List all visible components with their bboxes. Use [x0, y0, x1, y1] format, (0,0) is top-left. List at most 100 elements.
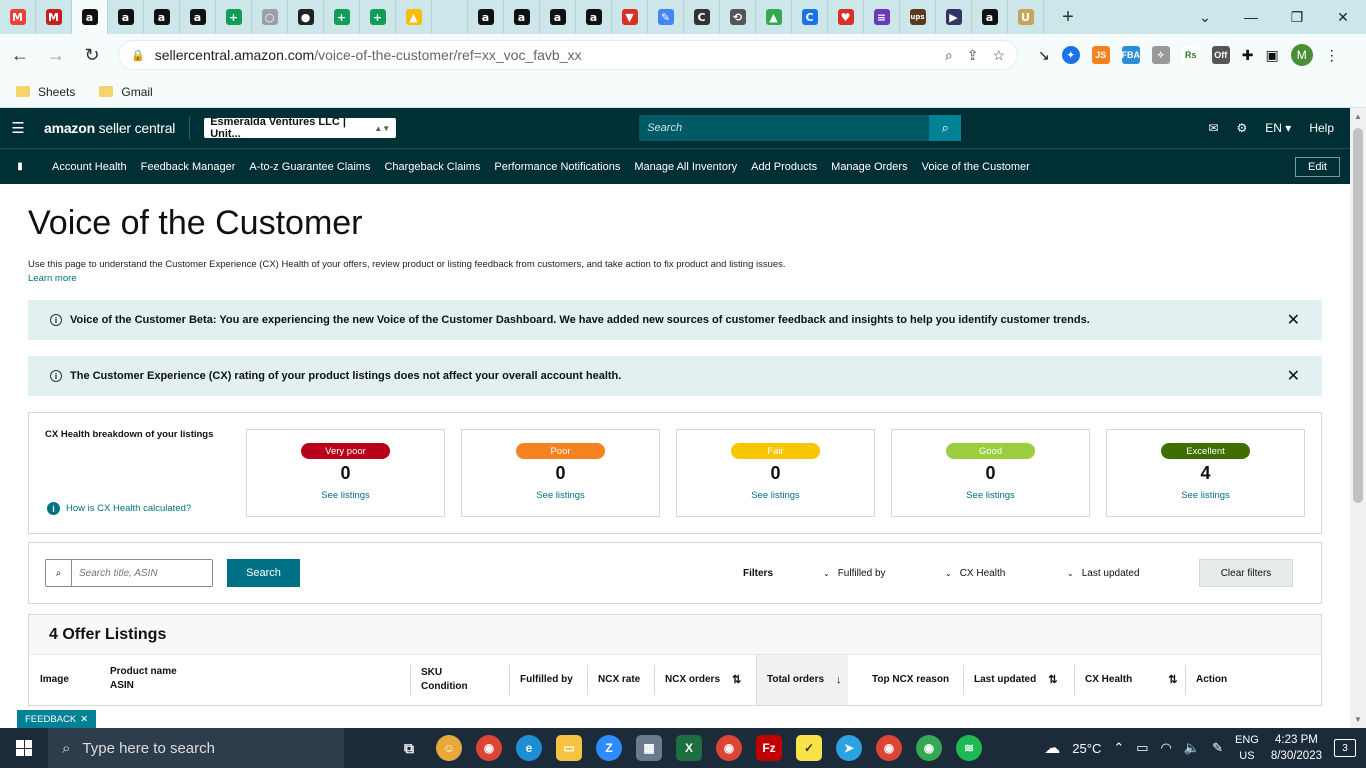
new-tab-button[interactable]: +: [1050, 0, 1086, 34]
nav-link-a-to-z-guarantee-claims[interactable]: A-to-z Guarantee Claims: [249, 161, 370, 173]
amazon-tab-3[interactable]: a: [144, 0, 180, 34]
spotify-icon[interactable]: ≋: [956, 735, 982, 761]
sheets-tab-3[interactable]: +: [360, 0, 396, 34]
nav-link-chargeback-claims[interactable]: Chargeback Claims: [384, 161, 480, 173]
bookmark-icon[interactable]: ▮: [0, 161, 40, 172]
page-scrollbar[interactable]: ▲ ▼: [1350, 108, 1366, 728]
minimize-button[interactable]: —: [1228, 0, 1274, 34]
list-tab[interactable]: ≡: [864, 0, 900, 34]
extension-off-icon[interactable]: Off: [1211, 46, 1230, 64]
zoom-app-icon[interactable]: Z: [596, 735, 622, 761]
close-icon[interactable]: ✕: [1287, 366, 1300, 386]
see-listings-link[interactable]: See listings: [321, 490, 370, 501]
amazon-tab-9[interactable]: a: [972, 0, 1008, 34]
clock[interactable]: 4:23 PM 8/30/2023: [1271, 732, 1322, 764]
fulfilled-by-dropdown[interactable]: ⌄ Fulfilled by: [823, 568, 945, 579]
see-listings-link[interactable]: See listings: [966, 490, 1015, 501]
sheets-tab-1[interactable]: +: [216, 0, 252, 34]
reload-button[interactable]: ↻: [76, 39, 108, 71]
app-emoji-icon[interactable]: ☺: [436, 735, 462, 761]
battery-icon[interactable]: ▭: [1136, 740, 1148, 756]
extension-fba-icon[interactable]: FBA: [1121, 46, 1140, 64]
amazon-tab-7[interactable]: a: [540, 0, 576, 34]
pen-icon[interactable]: ✎: [1212, 740, 1223, 756]
volume-icon[interactable]: 🔈: [1184, 740, 1200, 756]
chevron-up-icon[interactable]: ⌃: [1113, 740, 1124, 756]
history-tab[interactable]: ⟲: [720, 0, 756, 34]
paint-tab[interactable]: ✎: [648, 0, 684, 34]
filezilla-icon[interactable]: Fz: [756, 735, 782, 761]
weather-temp[interactable]: 25°C: [1072, 741, 1101, 756]
feedback-button[interactable]: FEEDBACK ✕: [17, 710, 97, 728]
chrome-profile-2-icon[interactable]: ◉: [876, 735, 902, 761]
nav-link-performance-notifications[interactable]: Performance Notifications: [494, 161, 620, 173]
sort-icon[interactable]: ⇅: [732, 673, 741, 687]
blank-tab-2[interactable]: [432, 0, 468, 34]
cx-health-dropdown[interactable]: ⌄ CX Health: [945, 568, 1067, 579]
profile-tab[interactable]: ●: [288, 0, 324, 34]
close-window-button[interactable]: ✕: [1320, 0, 1366, 34]
side-panel-icon[interactable]: ▣: [1265, 47, 1278, 64]
amazon-tab-5[interactable]: a: [468, 0, 504, 34]
start-button[interactable]: [0, 740, 48, 756]
amazon-tab-6[interactable]: a: [504, 0, 540, 34]
gmail-tab-2[interactable]: M: [36, 0, 72, 34]
sheets-tab-2[interactable]: +: [324, 0, 360, 34]
chrome-profile-icon[interactable]: ◉: [716, 735, 742, 761]
mail-icon[interactable]: ✉: [1208, 121, 1218, 135]
col-fulfilled-by[interactable]: Fulfilled by: [509, 665, 573, 695]
nav-link-account-health[interactable]: Account Health: [52, 161, 127, 173]
language-indicator[interactable]: ENG US: [1235, 732, 1259, 764]
bookmark-gmail[interactable]: Gmail: [99, 85, 153, 99]
restore-button[interactable]: ❐: [1274, 0, 1320, 34]
amazon-tab-active[interactable]: a: [72, 0, 108, 34]
extension-blue-icon[interactable]: ✦: [1061, 46, 1080, 64]
profile-avatar[interactable]: M: [1290, 44, 1313, 66]
uline-tab[interactable]: U: [1008, 0, 1044, 34]
col-ncx-orders[interactable]: NCX orders ⇅: [654, 665, 741, 695]
edit-nav-button[interactable]: Edit: [1295, 156, 1340, 177]
task-view-icon[interactable]: ⧉: [396, 735, 422, 761]
extension-rs-icon[interactable]: Rs: [1181, 46, 1200, 64]
scroll-up-icon[interactable]: ▲: [1354, 112, 1362, 121]
how-cx-calculated-link[interactable]: i How is CX Health calculated?: [47, 502, 191, 515]
close-icon[interactable]: ✕: [80, 714, 88, 725]
excel-icon[interactable]: X: [676, 735, 702, 761]
forward-button[interactable]: →: [40, 39, 72, 71]
bookmark-star-icon[interactable]: ☆: [992, 47, 1005, 64]
address-bar[interactable]: 🔒 sellercentral.amazon.com/voice-of-the-…: [118, 40, 1018, 70]
nav-link-manage-orders[interactable]: Manage Orders: [831, 161, 907, 173]
close-icon[interactable]: ✕: [1287, 310, 1300, 330]
nav-link-voice-of-the-customer[interactable]: Voice of the Customer: [922, 161, 1030, 173]
wifi-icon[interactable]: ◠: [1161, 740, 1172, 756]
seller-central-logo[interactable]: amazon seller central: [44, 120, 175, 136]
heart-tab[interactable]: ♥: [828, 0, 864, 34]
drive-tab-2[interactable]: ▲: [756, 0, 792, 34]
chrome-profile-3-icon[interactable]: ◉: [916, 735, 942, 761]
edge-icon[interactable]: e: [516, 735, 542, 761]
browser-menu-icon[interactable]: ⋮: [1325, 47, 1339, 64]
c-blue-tab[interactable]: C: [792, 0, 828, 34]
calculator-icon[interactable]: ▦: [636, 735, 662, 761]
extension-tool-icon[interactable]: ✧: [1151, 46, 1170, 64]
clear-filters-button[interactable]: Clear filters: [1199, 559, 1293, 587]
gear-icon[interactable]: ⚙: [1237, 121, 1248, 135]
menu-icon[interactable]: ☰: [0, 119, 36, 137]
col-sku[interactable]: SKU Condition: [410, 665, 468, 695]
col-ncx-rate[interactable]: NCX rate: [587, 665, 640, 695]
help-link[interactable]: Help: [1309, 121, 1334, 135]
col-total-orders[interactable]: Total orders ↓: [756, 655, 848, 705]
blank-tab[interactable]: ○: [252, 0, 288, 34]
gmail-tab-1[interactable]: M: [0, 0, 36, 34]
ups-tab[interactable]: ups: [900, 0, 936, 34]
share-icon[interactable]: ⇪: [967, 47, 979, 64]
bookmark-sheets[interactable]: Sheets: [16, 85, 75, 99]
amazon-tab-8[interactable]: a: [576, 0, 612, 34]
nav-link-add-products[interactable]: Add Products: [751, 161, 817, 173]
arrow-down-icon[interactable]: ↓: [836, 673, 842, 687]
triangle-tab[interactable]: ▼: [612, 0, 648, 34]
header-search-button[interactable]: ⌕: [929, 115, 962, 141]
col-product-name[interactable]: Product name ASIN: [110, 665, 177, 693]
see-listings-link[interactable]: See listings: [1181, 490, 1230, 501]
notification-center[interactable]: 3: [1334, 739, 1356, 757]
